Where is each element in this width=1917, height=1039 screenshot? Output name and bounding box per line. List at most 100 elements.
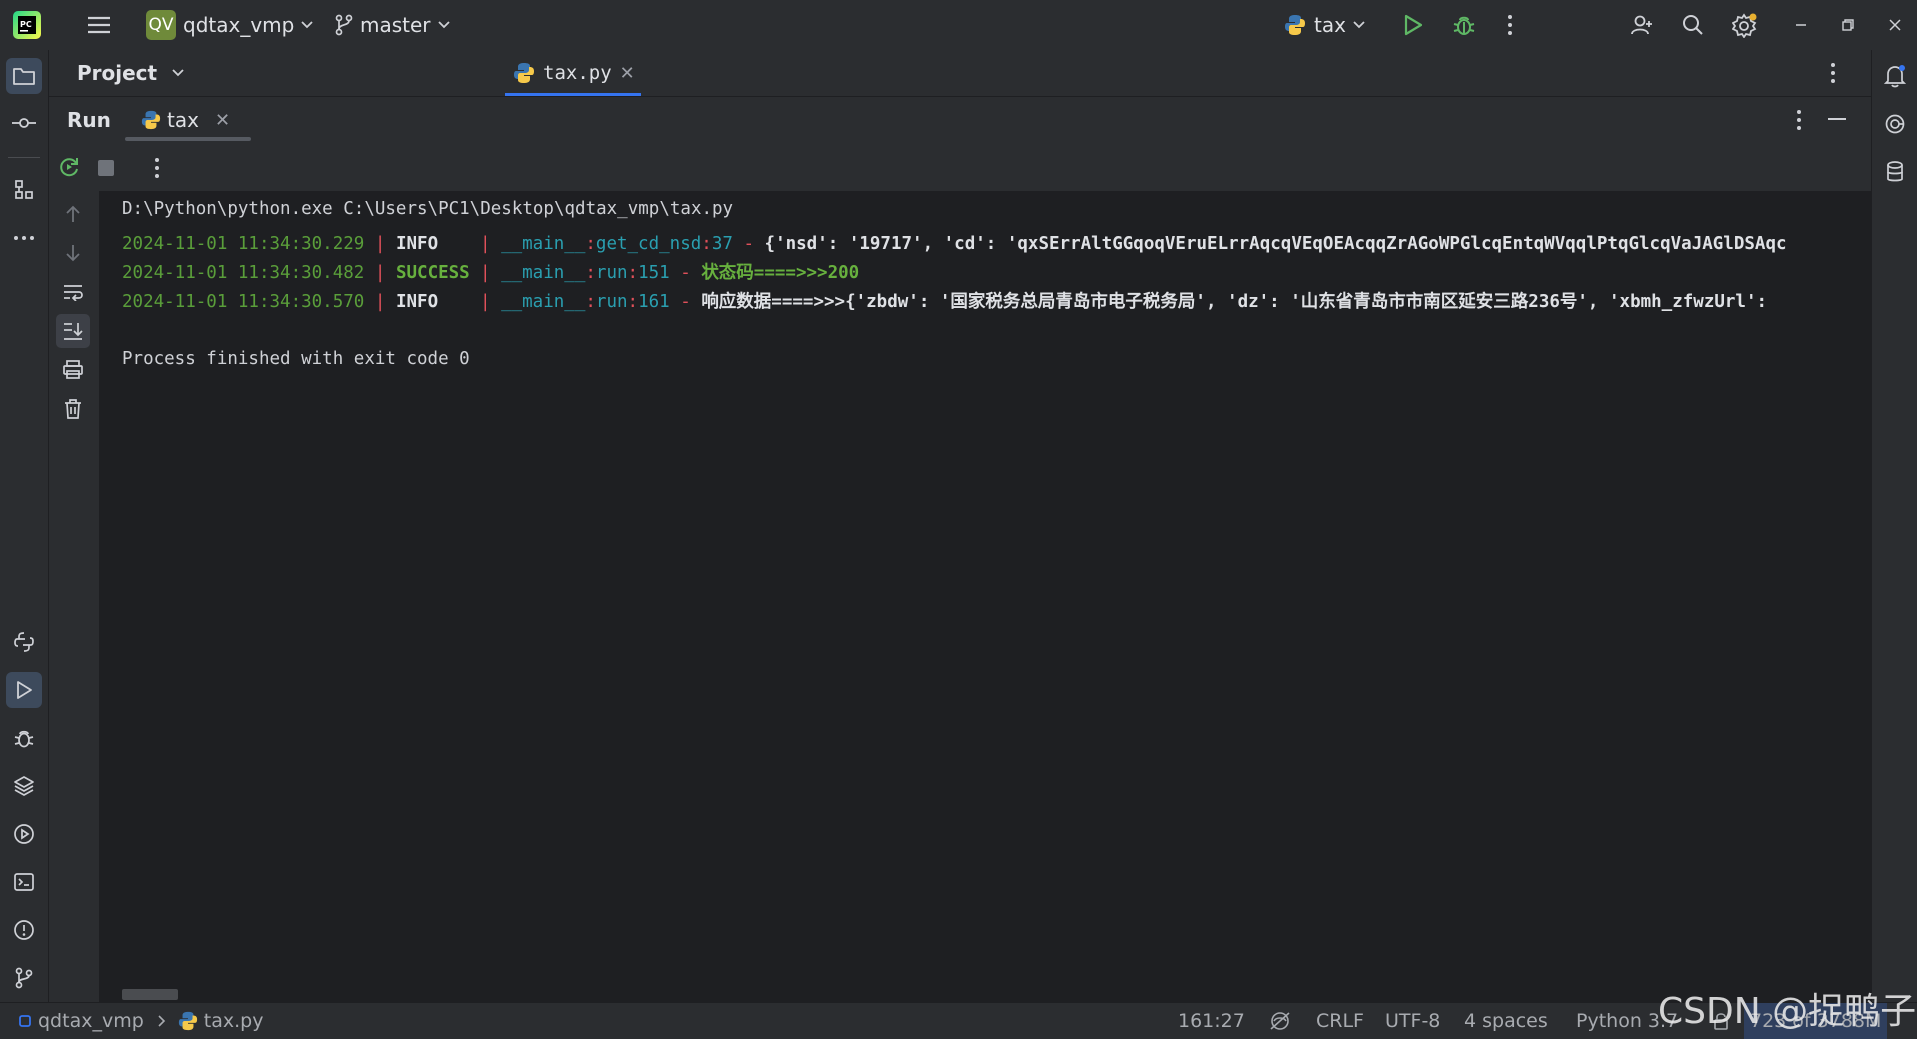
commit-tool-button[interactable] bbox=[6, 105, 42, 141]
project-panel-header[interactable]: Project bbox=[77, 50, 185, 96]
caret-position[interactable]: 161:27 bbox=[1178, 1003, 1245, 1039]
branch-selector[interactable]: master bbox=[334, 0, 451, 50]
chevron-right-icon bbox=[158, 1015, 165, 1027]
trash-icon[interactable] bbox=[56, 392, 90, 426]
scroll-up-icon[interactable] bbox=[56, 197, 90, 231]
services-icon bbox=[14, 824, 34, 844]
editor-tab-row: Project tax.py ✕ bbox=[49, 50, 1871, 97]
structure-icon bbox=[15, 180, 33, 199]
title-bar: PC QV qdtax_vmp master tax bbox=[0, 0, 1917, 50]
log-message: 响应数据====>>>{'zbdw': '国家税务总局青岛市电子税务局', 'd… bbox=[701, 292, 1768, 312]
terminal-icon bbox=[14, 873, 34, 891]
inspection-off-icon[interactable] bbox=[1268, 1003, 1292, 1039]
python-console-tool-button[interactable] bbox=[6, 624, 42, 660]
log-line: 2024-11-01 11:34:30.482 | SUCCESS | __mai… bbox=[122, 263, 860, 283]
ai-assistant-tool-button[interactable] bbox=[1877, 106, 1913, 142]
debug-icon[interactable] bbox=[1452, 0, 1476, 50]
project-panel-title: Project bbox=[77, 61, 158, 85]
chevron-down-icon bbox=[172, 69, 184, 77]
chevron-down-icon bbox=[1353, 21, 1365, 29]
more-vertical-icon[interactable] bbox=[1829, 62, 1837, 84]
rerun-icon[interactable] bbox=[57, 155, 81, 179]
chevron-down-icon bbox=[301, 21, 313, 29]
ai-assistant-icon bbox=[1885, 114, 1905, 134]
git-tool-button[interactable] bbox=[6, 960, 42, 996]
problems-icon bbox=[14, 920, 34, 940]
python-packages-tool-button[interactable] bbox=[6, 768, 42, 804]
more-vertical-icon[interactable] bbox=[153, 157, 161, 179]
indent-setting[interactable]: 4 spaces bbox=[1464, 1003, 1548, 1039]
log-module: __main__ bbox=[501, 292, 586, 312]
close-run-tab-icon[interactable]: ✕ bbox=[215, 110, 230, 131]
database-icon bbox=[1887, 161, 1903, 182]
run-config-selector[interactable]: tax bbox=[1284, 0, 1366, 50]
services-tool-button[interactable] bbox=[6, 816, 42, 852]
stop-icon[interactable] bbox=[97, 159, 115, 177]
log-dash: - bbox=[680, 292, 691, 312]
more-vertical-icon[interactable] bbox=[1506, 0, 1514, 50]
hamburger-menu-icon[interactable] bbox=[86, 0, 112, 50]
run-config-name: tax bbox=[1314, 13, 1346, 37]
project-selector[interactable]: QV qdtax_vmp bbox=[146, 0, 314, 50]
close-tab-icon[interactable]: ✕ bbox=[620, 63, 635, 84]
log-module: __main__ bbox=[501, 263, 586, 283]
folder-icon bbox=[13, 68, 35, 85]
log-module: __main__ bbox=[501, 234, 586, 254]
status-bar: qdtax_vmp tax.py 161:27 CRLF UTF-8 4 spa… bbox=[0, 1002, 1917, 1039]
minimize-icon[interactable] bbox=[1793, 0, 1809, 50]
log-line-number: 37 bbox=[711, 234, 733, 254]
database-tool-button[interactable] bbox=[1877, 154, 1913, 190]
add-user-icon[interactable] bbox=[1630, 0, 1654, 50]
run-tool-button[interactable] bbox=[6, 672, 42, 708]
breadcrumb: qdtax_vmp tax.py bbox=[18, 1003, 263, 1039]
scroll-down-icon[interactable] bbox=[56, 236, 90, 270]
breadcrumb-file[interactable]: tax.py bbox=[204, 1010, 264, 1032]
file-encoding[interactable]: UTF-8 bbox=[1385, 1003, 1440, 1039]
search-icon[interactable] bbox=[1682, 0, 1704, 50]
scroll-to-end-icon[interactable] bbox=[56, 314, 90, 348]
editor-tab-label: tax.py bbox=[543, 62, 612, 84]
breadcrumb-project[interactable]: qdtax_vmp bbox=[38, 1010, 144, 1032]
watermark: CSDN @捉鸭子 bbox=[1658, 991, 1917, 1032]
terminal-tool-button[interactable] bbox=[6, 864, 42, 900]
settings-icon[interactable] bbox=[1732, 0, 1758, 50]
run-icon[interactable] bbox=[1402, 0, 1424, 50]
log-line-number: 161 bbox=[638, 292, 670, 312]
hide-panel-icon[interactable] bbox=[1827, 117, 1847, 121]
line-ending[interactable]: CRLF bbox=[1316, 1003, 1364, 1039]
notifications-tool-button[interactable] bbox=[1877, 58, 1913, 94]
more-tools-button[interactable] bbox=[6, 220, 42, 256]
print-icon[interactable] bbox=[56, 353, 90, 387]
horizontal-scrollbar[interactable] bbox=[122, 989, 178, 1000]
more-vertical-icon[interactable] bbox=[1795, 109, 1803, 131]
pycharm-logo-icon[interactable]: PC bbox=[12, 0, 42, 50]
log-line: 2024-11-01 11:34:30.570 | INFO | __main__… bbox=[122, 292, 1768, 312]
restore-icon[interactable] bbox=[1840, 0, 1856, 50]
bug-icon bbox=[14, 730, 34, 748]
project-tool-button[interactable] bbox=[6, 58, 42, 94]
divider bbox=[8, 157, 40, 158]
run-panel-header: Run tax ✕ bbox=[49, 97, 1871, 143]
log-level: INFO bbox=[395, 292, 439, 312]
python-console-icon bbox=[14, 632, 34, 652]
debug-tool-button[interactable] bbox=[6, 720, 42, 756]
project-name: qdtax_vmp bbox=[183, 13, 295, 37]
bell-icon bbox=[1884, 65, 1906, 88]
more-horizontal-icon bbox=[14, 236, 34, 240]
commit-icon bbox=[12, 118, 36, 128]
log-level: INFO bbox=[395, 234, 439, 254]
console-output[interactable]: D:\Python\python.exe C:\Users\PC1\Deskto… bbox=[100, 191, 1870, 1002]
editor-tab-tax-py[interactable]: tax.py ✕ bbox=[505, 50, 641, 96]
problems-tool-button[interactable] bbox=[6, 912, 42, 948]
soft-wrap-icon[interactable] bbox=[56, 275, 90, 309]
log-level: SUCCESS bbox=[395, 263, 470, 283]
log-dash: - bbox=[680, 263, 691, 283]
log-line: 2024-11-01 11:34:30.229 | INFO | __main__… bbox=[122, 234, 1787, 254]
python-icon bbox=[1285, 15, 1305, 35]
left-tool-strip bbox=[0, 50, 49, 1002]
close-icon[interactable] bbox=[1887, 0, 1903, 50]
structure-tool-button[interactable] bbox=[6, 172, 42, 208]
active-tab-indicator bbox=[505, 93, 641, 96]
chevron-down-icon bbox=[437, 21, 450, 29]
log-separator: | bbox=[479, 292, 491, 312]
